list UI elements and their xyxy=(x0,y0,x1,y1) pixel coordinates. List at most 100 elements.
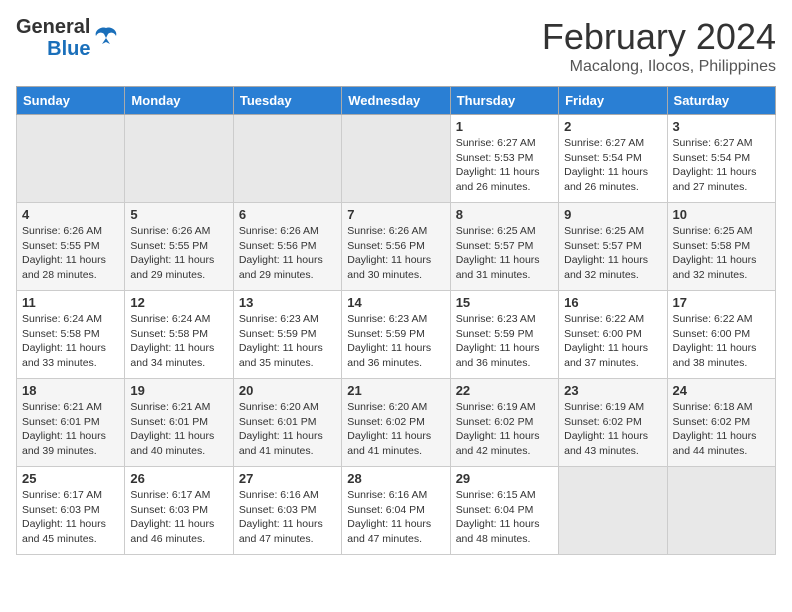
day-number: 6 xyxy=(239,207,336,222)
day-detail: Sunrise: 6:26 AMSunset: 5:56 PMDaylight:… xyxy=(347,224,444,283)
day-number: 23 xyxy=(564,383,661,398)
calendar-cell: 9 Sunrise: 6:25 AMSunset: 5:57 PMDaylight… xyxy=(559,203,667,291)
logo-bird-icon xyxy=(92,24,120,52)
day-detail: Sunrise: 6:15 AMSunset: 6:04 PMDaylight:… xyxy=(456,488,553,547)
calendar-cell: 6Sunrise: 6:26 AMSunset: 5:56 PMDaylight… xyxy=(233,203,341,291)
day-detail: Sunrise: 6:26 AMSunset: 5:55 PMDaylight:… xyxy=(130,224,227,283)
day-detail: Sunrise: 6:23 AMSunset: 5:59 PMDaylight:… xyxy=(239,312,336,371)
calendar-cell: 13Sunrise: 6:23 AMSunset: 5:59 PMDayligh… xyxy=(233,291,341,379)
day-detail: Sunrise: 6:19 AMSunset: 6:02 PMDaylight:… xyxy=(564,400,661,459)
calendar-cell: 23 Sunrise: 6:19 AMSunset: 6:02 PMDayligh… xyxy=(559,379,667,467)
day-detail: Sunrise: 6:16 AMSunset: 6:03 PMDaylight:… xyxy=(239,488,336,547)
day-detail: Sunrise: 6:21 AMSunset: 6:01 PMDaylight:… xyxy=(130,400,227,459)
calendar-cell: 12 Sunrise: 6:24 AMSunset: 5:58 PMDayligh… xyxy=(125,291,233,379)
calendar-header-row: SundayMondayTuesdayWednesdayThursdayFrid… xyxy=(17,87,776,115)
day-number: 22 xyxy=(456,383,553,398)
day-number: 20 xyxy=(239,383,336,398)
day-number: 24 xyxy=(673,383,770,398)
calendar-cell: 4 Sunrise: 6:26 AMSunset: 5:55 PMDaylight… xyxy=(17,203,125,291)
header: General Blue February 2024 Macalong, Ilo… xyxy=(16,16,776,76)
day-detail: Sunrise: 6:25 AMSunset: 5:58 PMDaylight:… xyxy=(673,224,770,283)
day-number: 9 xyxy=(564,207,661,222)
calendar-cell xyxy=(17,115,125,203)
day-header-sunday: Sunday xyxy=(17,87,125,115)
calendar-cell: 15 Sunrise: 6:23 AMSunset: 5:59 PMDayligh… xyxy=(450,291,558,379)
day-detail: Sunrise: 6:18 AMSunset: 6:02 PMDaylight:… xyxy=(673,400,770,459)
calendar-cell xyxy=(559,467,667,555)
calendar-cell: 10Sunrise: 6:25 AMSunset: 5:58 PMDayligh… xyxy=(667,203,775,291)
day-number: 5 xyxy=(130,207,227,222)
day-detail: Sunrise: 6:22 AMSunset: 6:00 PMDaylight:… xyxy=(673,312,770,371)
calendar-cell: 25 Sunrise: 6:17 AMSunset: 6:03 PMDayligh… xyxy=(17,467,125,555)
day-number: 15 xyxy=(456,295,553,310)
title-area: February 2024 Macalong, Ilocos, Philippi… xyxy=(542,16,776,76)
calendar-cell: 22 Sunrise: 6:19 AMSunset: 6:02 PMDayligh… xyxy=(450,379,558,467)
calendar-cell: 2 Sunrise: 6:27 AMSunset: 5:54 PMDaylight… xyxy=(559,115,667,203)
calendar-table: SundayMondayTuesdayWednesdayThursdayFrid… xyxy=(16,86,776,555)
calendar-cell xyxy=(342,115,450,203)
day-header-monday: Monday xyxy=(125,87,233,115)
day-number: 3 xyxy=(673,119,770,134)
day-detail: Sunrise: 6:25 AMSunset: 5:57 PMDaylight:… xyxy=(564,224,661,283)
day-header-wednesday: Wednesday xyxy=(342,87,450,115)
day-header-saturday: Saturday xyxy=(667,87,775,115)
calendar-cell: 1Sunrise: 6:27 AMSunset: 5:53 PMDaylight… xyxy=(450,115,558,203)
week-row-5: 25 Sunrise: 6:17 AMSunset: 6:03 PMDayligh… xyxy=(17,467,776,555)
day-detail: Sunrise: 6:27 AMSunset: 5:53 PMDaylight:… xyxy=(456,136,553,195)
day-number: 26 xyxy=(130,471,227,486)
day-detail: Sunrise: 6:17 AMSunset: 6:03 PMDaylight:… xyxy=(130,488,227,547)
day-number: 16 xyxy=(564,295,661,310)
calendar-cell: 26 Sunrise: 6:17 AMSunset: 6:03 PMDayligh… xyxy=(125,467,233,555)
day-number: 19 xyxy=(130,383,227,398)
logo: General Blue xyxy=(16,16,120,60)
day-header-tuesday: Tuesday xyxy=(233,87,341,115)
day-number: 4 xyxy=(22,207,119,222)
calendar-cell: 19 Sunrise: 6:21 AMSunset: 6:01 PMDayligh… xyxy=(125,379,233,467)
day-detail: Sunrise: 6:23 AMSunset: 5:59 PMDaylight:… xyxy=(456,312,553,371)
logo-blue: Blue xyxy=(47,38,90,60)
logo-general: General xyxy=(16,16,90,38)
day-detail: Sunrise: 6:24 AMSunset: 5:58 PMDaylight:… xyxy=(130,312,227,371)
calendar-cell: 20 Sunrise: 6:20 AMSunset: 6:01 PMDayligh… xyxy=(233,379,341,467)
week-row-4: 18 Sunrise: 6:21 AMSunset: 6:01 PMDayligh… xyxy=(17,379,776,467)
calendar-cell xyxy=(233,115,341,203)
day-number: 27 xyxy=(239,471,336,486)
day-number: 17 xyxy=(673,295,770,310)
day-number: 21 xyxy=(347,383,444,398)
day-number: 11 xyxy=(22,295,119,310)
calendar-body: 1Sunrise: 6:27 AMSunset: 5:53 PMDaylight… xyxy=(17,115,776,555)
calendar-cell: 3 Sunrise: 6:27 AMSunset: 5:54 PMDaylight… xyxy=(667,115,775,203)
week-row-2: 4 Sunrise: 6:26 AMSunset: 5:55 PMDaylight… xyxy=(17,203,776,291)
day-number: 2 xyxy=(564,119,661,134)
day-number: 14 xyxy=(347,295,444,310)
day-detail: Sunrise: 6:21 AMSunset: 6:01 PMDaylight:… xyxy=(22,400,119,459)
calendar-cell: 21Sunrise: 6:20 AMSunset: 6:02 PMDayligh… xyxy=(342,379,450,467)
week-row-3: 11 Sunrise: 6:24 AMSunset: 5:58 PMDayligh… xyxy=(17,291,776,379)
calendar-cell: 27 Sunrise: 6:16 AMSunset: 6:03 PMDayligh… xyxy=(233,467,341,555)
location-title: Macalong, Ilocos, Philippines xyxy=(542,58,776,76)
day-detail: Sunrise: 6:20 AMSunset: 6:01 PMDaylight:… xyxy=(239,400,336,459)
month-title: February 2024 xyxy=(542,16,776,58)
day-detail: Sunrise: 6:26 AMSunset: 5:55 PMDaylight:… xyxy=(22,224,119,283)
calendar-cell: 29 Sunrise: 6:15 AMSunset: 6:04 PMDayligh… xyxy=(450,467,558,555)
day-detail: Sunrise: 6:17 AMSunset: 6:03 PMDaylight:… xyxy=(22,488,119,547)
day-detail: Sunrise: 6:23 AMSunset: 5:59 PMDaylight:… xyxy=(347,312,444,371)
day-number: 18 xyxy=(22,383,119,398)
week-row-1: 1Sunrise: 6:27 AMSunset: 5:53 PMDaylight… xyxy=(17,115,776,203)
day-number: 25 xyxy=(22,471,119,486)
day-detail: Sunrise: 6:22 AMSunset: 6:00 PMDaylight:… xyxy=(564,312,661,371)
day-number: 8 xyxy=(456,207,553,222)
day-number: 29 xyxy=(456,471,553,486)
day-detail: Sunrise: 6:25 AMSunset: 5:57 PMDaylight:… xyxy=(456,224,553,283)
day-detail: Sunrise: 6:27 AMSunset: 5:54 PMDaylight:… xyxy=(673,136,770,195)
day-detail: Sunrise: 6:27 AMSunset: 5:54 PMDaylight:… xyxy=(564,136,661,195)
day-detail: Sunrise: 6:24 AMSunset: 5:58 PMDaylight:… xyxy=(22,312,119,371)
calendar-cell: 16 Sunrise: 6:22 AMSunset: 6:00 PMDayligh… xyxy=(559,291,667,379)
day-number: 12 xyxy=(130,295,227,310)
calendar-cell: 11 Sunrise: 6:24 AMSunset: 5:58 PMDayligh… xyxy=(17,291,125,379)
calendar-cell: 17 Sunrise: 6:22 AMSunset: 6:00 PMDayligh… xyxy=(667,291,775,379)
calendar-cell: 18 Sunrise: 6:21 AMSunset: 6:01 PMDayligh… xyxy=(17,379,125,467)
day-detail: Sunrise: 6:19 AMSunset: 6:02 PMDaylight:… xyxy=(456,400,553,459)
day-number: 7 xyxy=(347,207,444,222)
calendar-cell: 28Sunrise: 6:16 AMSunset: 6:04 PMDayligh… xyxy=(342,467,450,555)
